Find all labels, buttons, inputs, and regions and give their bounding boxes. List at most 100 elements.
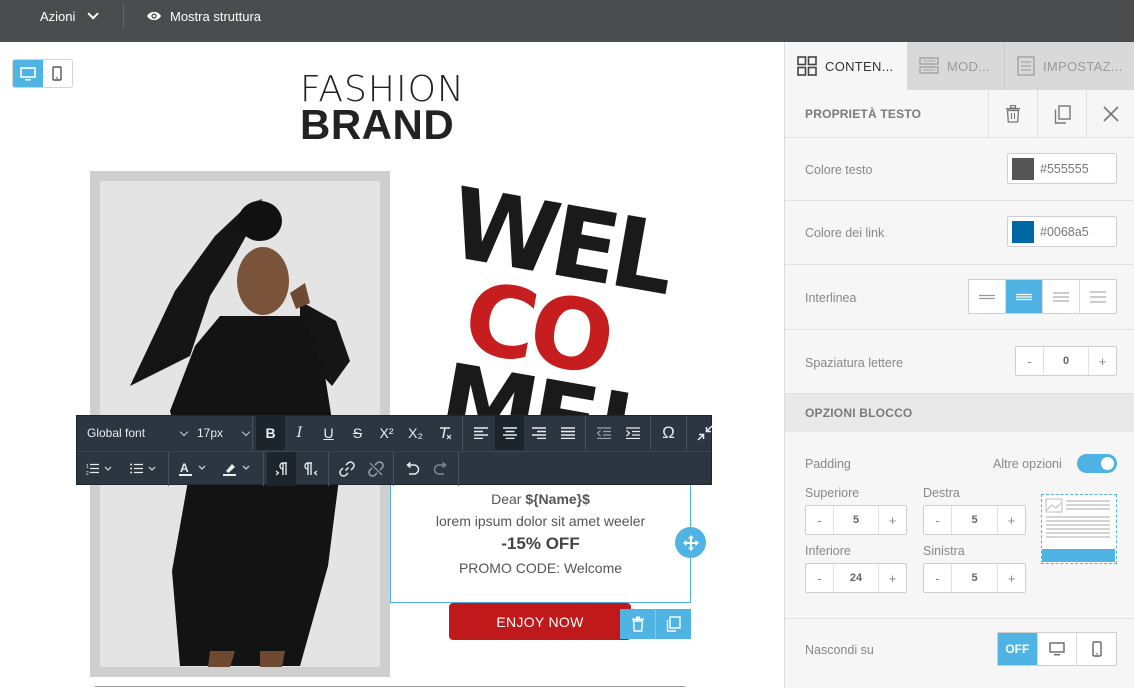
more-options-toggle[interactable]	[1077, 454, 1117, 473]
indent-button[interactable]	[618, 416, 647, 450]
outdent-button[interactable]	[589, 416, 618, 450]
padding-top-decrement[interactable]: -	[806, 506, 833, 534]
ordered-list-button[interactable]: 12	[77, 452, 121, 486]
letter-spacing-value[interactable]: 0	[1043, 347, 1089, 375]
padding-bottom-decrement[interactable]: -	[806, 564, 833, 592]
padding-left-decrement[interactable]: -	[924, 564, 951, 592]
line-height-option-2[interactable]	[1005, 280, 1042, 313]
duplicate-block-button[interactable]	[655, 609, 691, 639]
delete-block-button[interactable]	[620, 609, 655, 639]
tab-settings-label: IMPOSTAZ...	[1043, 58, 1123, 74]
padding-right-value[interactable]: 5	[951, 506, 998, 534]
link-color-label: Colore dei link	[805, 226, 885, 240]
svg-text:1: 1	[86, 464, 89, 470]
duplicate-button[interactable]	[1037, 90, 1086, 138]
letter-spacing-row: Spaziatura lettere - 0 +	[785, 330, 1134, 394]
greeting-line[interactable]: Dear ${Name}$	[391, 491, 690, 507]
bold-button[interactable]: B	[256, 416, 285, 450]
actions-menu[interactable]: Azioni	[40, 0, 100, 32]
align-center-button[interactable]	[495, 416, 524, 450]
delete-button[interactable]	[988, 90, 1037, 138]
desktop-icon	[1049, 642, 1065, 656]
padding-bottom-value[interactable]: 24	[833, 564, 879, 592]
line-height-option-3[interactable]	[1042, 280, 1079, 313]
line-height-option-1[interactable]	[969, 280, 1005, 313]
hide-on-off-button[interactable]: OFF	[998, 633, 1037, 665]
discount-line[interactable]: -15% OFF	[391, 534, 690, 554]
redo-button[interactable]	[426, 452, 455, 486]
align-right-button[interactable]	[524, 416, 553, 450]
mobile-icon	[1091, 641, 1102, 657]
line-height-normal-icon	[1016, 293, 1032, 300]
body-line[interactable]: lorem ipsum dolor sit amet weeler	[391, 513, 690, 529]
selected-text-block[interactable]: Dear ${Name}$ lorem ipsum dolor sit amet…	[390, 482, 691, 603]
hide-on-desktop-button[interactable]	[1036, 633, 1077, 665]
rtl-button[interactable]	[296, 452, 325, 486]
welcome-graphic-image: WEL CO ME!	[431, 180, 680, 420]
block-actions	[988, 90, 1134, 138]
tab-settings[interactable]: IMPOSTAZ...	[1005, 42, 1134, 90]
highlight-button[interactable]	[216, 452, 260, 486]
letter-spacing-decrement[interactable]: -	[1016, 347, 1043, 375]
show-structure-button[interactable]: Mostra struttura	[146, 0, 261, 32]
show-structure-label: Mostra struttura	[170, 8, 262, 24]
toolbar-separator	[252, 416, 253, 450]
strikethrough-button[interactable]: S	[343, 416, 372, 450]
superscript-button[interactable]: X²	[372, 416, 401, 450]
padding-right-increment[interactable]: +	[998, 506, 1025, 534]
font-size-select[interactable]: 17px	[187, 416, 251, 450]
undo-button[interactable]	[397, 452, 426, 486]
close-panel-button[interactable]	[1086, 90, 1134, 138]
unordered-list-button[interactable]	[121, 452, 165, 486]
text-color-value: #555555	[1040, 161, 1089, 176]
padding-top-value[interactable]: 5	[833, 506, 879, 534]
bold-icon: B	[265, 425, 276, 441]
outdent-icon	[596, 427, 611, 439]
align-left-button[interactable]	[466, 416, 495, 450]
enjoy-now-button[interactable]: ENJOY NOW	[449, 603, 631, 640]
highlight-icon	[223, 463, 250, 476]
trash-icon	[631, 616, 644, 632]
text-color-picker[interactable]: #555555	[1007, 153, 1117, 184]
superscript-icon: X²	[379, 425, 394, 441]
font-family-select[interactable]: Global font	[77, 416, 189, 450]
desktop-view-button[interactable]	[13, 60, 43, 87]
underline-button[interactable]: U	[314, 416, 343, 450]
mobile-view-button[interactable]	[43, 60, 73, 87]
ltr-button[interactable]	[267, 451, 296, 486]
tab-modules[interactable]: MOD...	[907, 42, 1005, 90]
text-color-row: Colore testo #555555	[785, 138, 1134, 201]
padding-top-increment[interactable]: +	[879, 506, 906, 534]
line-height-option-4[interactable]	[1079, 280, 1116, 313]
block-tools	[620, 609, 691, 639]
italic-button[interactable]: I	[285, 416, 314, 450]
subscript-button[interactable]: X₂	[401, 416, 430, 450]
padding-left-increment[interactable]: +	[998, 564, 1025, 592]
padding-left-value[interactable]: 5	[951, 564, 998, 592]
copy-icon	[666, 616, 681, 632]
collapse-toolbar-button[interactable]	[690, 416, 719, 450]
align-justify-button[interactable]	[553, 416, 582, 450]
actions-label: Azioni	[40, 8, 76, 24]
clear-format-button[interactable]	[430, 416, 459, 450]
promo-code-line[interactable]: PROMO CODE: Welcome	[391, 560, 690, 576]
text-color-button[interactable]: A	[172, 452, 216, 486]
insert-link-button[interactable]	[332, 452, 361, 486]
letter-spacing-increment[interactable]: +	[1089, 347, 1116, 375]
properties-panel: CONTEN... MOD... IMPOSTAZ... PROPRIETÀ T…	[784, 42, 1134, 688]
padding-bottom-increment[interactable]: +	[879, 564, 906, 592]
panel-tabs: CONTEN... MOD... IMPOSTAZ...	[785, 42, 1134, 90]
more-options-label: Altre opzioni	[993, 457, 1062, 471]
desktop-icon	[19, 66, 36, 80]
toggle-knob	[1101, 457, 1114, 470]
collapse-icon	[696, 425, 713, 441]
link-color-picker[interactable]: #0068a5	[1007, 216, 1117, 247]
hide-on-mobile-button[interactable]	[1076, 633, 1116, 665]
tab-content[interactable]: CONTEN...	[785, 42, 907, 90]
unlink-button[interactable]	[361, 452, 390, 486]
padding-right-decrement[interactable]: -	[924, 506, 951, 534]
special-character-button[interactable]: Ω	[654, 416, 683, 450]
move-block-handle[interactable]	[675, 527, 706, 558]
line-height-extra-icon	[1090, 290, 1106, 303]
welcome-graphic[interactable]: WEL CO ME!	[430, 180, 680, 420]
